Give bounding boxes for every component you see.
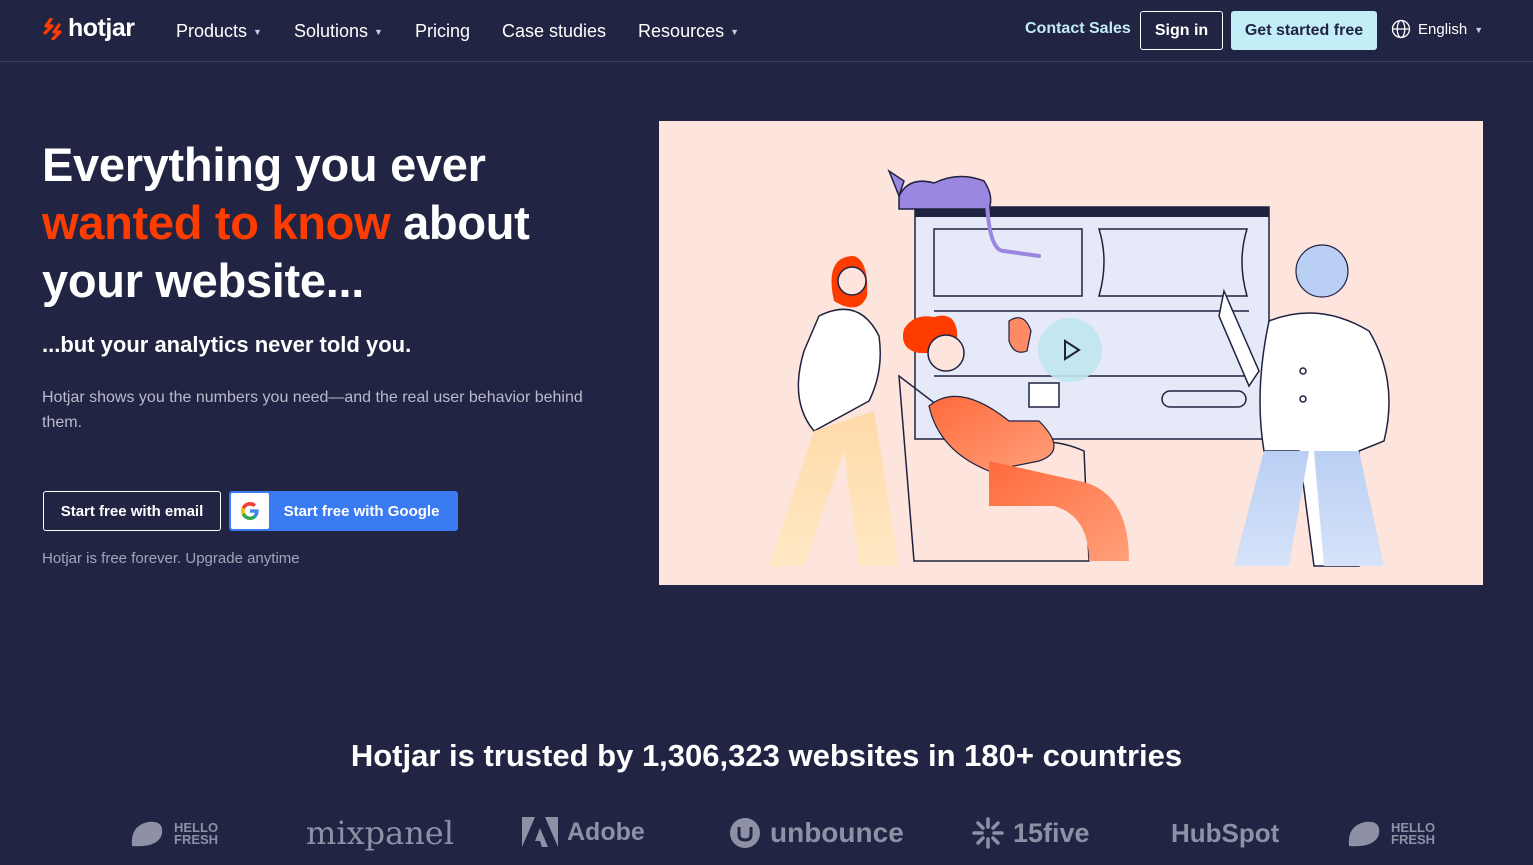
- logo-label: mixpanel: [306, 814, 454, 852]
- hero-title: Everything you ever wanted to know about…: [42, 136, 642, 310]
- chevron-down-icon: ▼: [374, 27, 383, 37]
- logo-label: unbounce: [770, 817, 904, 848]
- get-started-button[interactable]: Get started free: [1231, 11, 1377, 50]
- illustration-graphic: [769, 169, 1390, 567]
- hotjar-logo-icon: [43, 17, 62, 40]
- nav-label: Products: [176, 20, 248, 41]
- start-free-google-button[interactable]: Start free with Google: [229, 491, 458, 531]
- google-icon-box: [231, 493, 269, 529]
- unbounce-icon: [730, 818, 760, 848]
- logo-label: 15five: [1013, 817, 1090, 848]
- hero-title-accent: wanted to know: [42, 196, 391, 249]
- sign-in-button[interactable]: Sign in: [1140, 11, 1223, 50]
- hellofresh-logo-2: HELLO FRESH: [1345, 818, 1451, 850]
- logo-label: HELLO FRESH: [174, 820, 219, 847]
- nav-solutions[interactable]: Solutions ▼: [294, 21, 383, 42]
- site-header: hotjar Products ▼ Solutions ▼ Pricing Ca…: [0, 0, 1533, 62]
- hero-title-rest: about: [390, 196, 530, 249]
- chevron-down-icon: ▼: [1474, 25, 1484, 35]
- language-selector[interactable]: English ▼: [1391, 19, 1483, 39]
- hubspot-logo: HubSpot: [1171, 818, 1279, 849]
- hero-subtitle: ...but your analytics never told you.: [42, 332, 412, 357]
- unbounce-logo: unbounce: [728, 816, 904, 850]
- hero-title-line3: your website...: [42, 254, 364, 307]
- google-icon: [241, 502, 259, 520]
- hero-title-line1: Everything you ever: [42, 138, 486, 191]
- logo-label: HubSpot: [1171, 818, 1280, 848]
- nav-products[interactable]: Products ▼: [176, 21, 262, 42]
- nav-resources[interactable]: Resources ▼: [638, 21, 739, 42]
- logo-label: Adobe: [567, 817, 645, 846]
- hero-illustration[interactable]: [659, 121, 1483, 585]
- hero-description: Hotjar shows you the numbers you need—an…: [42, 389, 583, 431]
- hotjar-logo[interactable]: hotjar: [42, 14, 135, 43]
- adobe-icon: [522, 817, 558, 847]
- start-free-email-button[interactable]: Start free with email: [43, 491, 221, 531]
- chevron-down-icon: ▼: [253, 27, 262, 37]
- logo-label: HELLO FRESH: [1391, 820, 1436, 847]
- nav-label: Resources: [638, 20, 725, 41]
- nav-label: Case studies: [501, 20, 607, 41]
- free-note: Hotjar is free forever. Upgrade anytime: [42, 550, 300, 567]
- language-label: English: [1418, 20, 1468, 38]
- logo-text: hotjar: [68, 14, 135, 42]
- contact-sales-link[interactable]: Contact Sales: [1025, 20, 1131, 38]
- globe-icon: [1391, 19, 1411, 39]
- nav-case-studies[interactable]: Case studies: [502, 21, 606, 42]
- adobe-logo: Adobe: [521, 816, 645, 848]
- trusted-heading: Hotjar is trusted by 1,306,323 websites …: [350, 738, 1183, 773]
- 15five-icon: [972, 817, 1004, 849]
- nav-pricing[interactable]: Pricing: [415, 21, 470, 42]
- customer-logos: HELLO FRESH mixpanel Adobe unbounce 15fi…: [0, 808, 1533, 865]
- leaf-icon: [131, 821, 163, 847]
- main-nav: Products ▼ Solutions ▼ Pricing Case stud…: [176, 0, 771, 62]
- mixpanel-logo: mixpanel: [306, 814, 454, 852]
- google-button-label: Start free with Google: [283, 502, 440, 520]
- leaf-icon: [1348, 821, 1380, 847]
- nav-label: Pricing: [414, 20, 470, 41]
- nav-label: Solutions: [293, 20, 369, 41]
- hellofresh-logo: HELLO FRESH: [128, 818, 234, 850]
- chevron-down-icon: ▼: [730, 27, 740, 37]
- 15five-logo: 15five: [971, 816, 1090, 850]
